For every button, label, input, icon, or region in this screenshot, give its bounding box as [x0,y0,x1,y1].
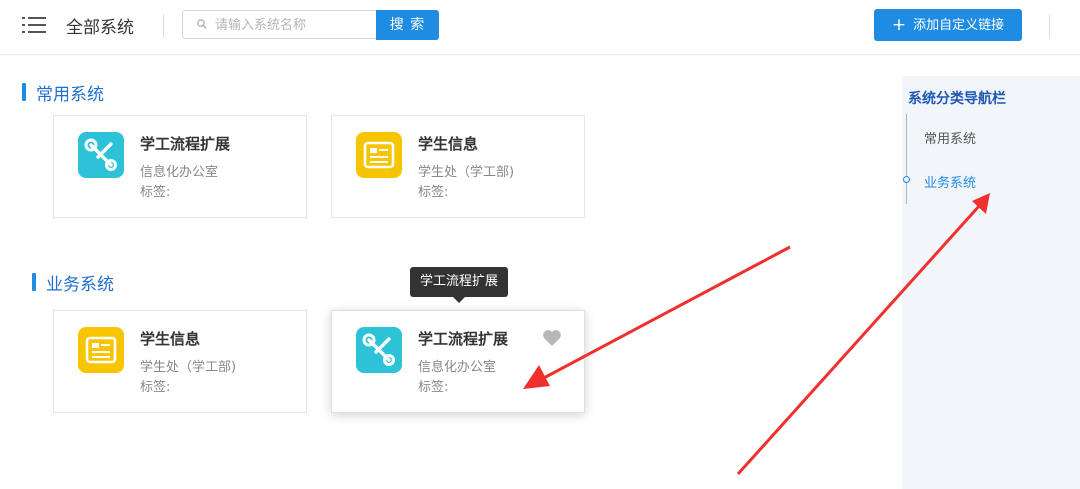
page-title: 全部系统 [66,18,134,38]
category-nav-panel: 系统分类导航栏 常用系统 业务系统 [902,76,1080,489]
tools-icon [78,132,124,178]
card-tag: 标签: [140,185,171,200]
top-bar: 全部系统 搜 索 + 添加自定义链接 [0,0,1080,55]
system-card[interactable]: 学生信息 学生处（学工部) 标签: [331,115,585,218]
card-tag: 标签: [418,185,449,200]
card-tag: 标签: [140,380,171,395]
favorite-heart-icon[interactable] [542,329,562,347]
search-button[interactable]: 搜 索 [376,10,439,40]
nav-item-business[interactable]: 业务系统 [924,172,976,191]
tools-icon [356,327,402,373]
system-card-hovered[interactable]: 学工流程扩展 信息化办公室 标签: [331,310,585,413]
section-title-business: 业务系统 [32,270,114,295]
section-title-common: 常用系统 [22,80,104,105]
card-name: 学工流程扩展 [140,135,231,153]
nav-line [906,114,907,204]
card-name: 学生信息 [418,135,479,153]
card-name: 学生信息 [140,330,201,348]
tooltip-text: 学工流程扩展 [419,274,498,289]
system-card[interactable]: 学工流程扩展 信息化办公室 标签: [53,115,307,218]
section-title-label: 常用系统 [36,85,104,105]
id-card-icon [356,132,402,178]
section-marker [22,83,26,101]
system-card[interactable]: 学生信息 学生处（学工部) 标签: [53,310,307,413]
add-custom-link-label: 添加自定义链接 [913,18,1005,33]
card-dept: 学生处（学工部) [418,165,515,180]
section-marker [32,273,36,291]
nav-item-common[interactable]: 常用系统 [924,128,976,147]
nav-active-dot [903,176,910,183]
card-dept: 信息化办公室 [140,165,219,180]
id-card-icon [78,327,124,373]
tooltip: 学工流程扩展 [410,267,508,303]
search-icon [197,19,207,29]
search-box[interactable] [182,10,376,39]
divider [1049,14,1050,38]
plus-icon: + [891,15,907,35]
add-custom-link-button[interactable]: + 添加自定义链接 [874,9,1022,41]
card-dept: 信息化办公室 [418,360,497,375]
tooltip-arrow [453,297,465,303]
search-input[interactable] [213,13,372,38]
section-title-label: 业务系统 [46,275,114,295]
menu-icon[interactable] [22,14,46,36]
card-name: 学工流程扩展 [418,330,509,348]
card-tag: 标签: [418,380,449,395]
card-dept: 学生处（学工部) [140,360,237,375]
category-nav-title: 系统分类导航栏 [908,91,1006,107]
divider [163,14,164,38]
